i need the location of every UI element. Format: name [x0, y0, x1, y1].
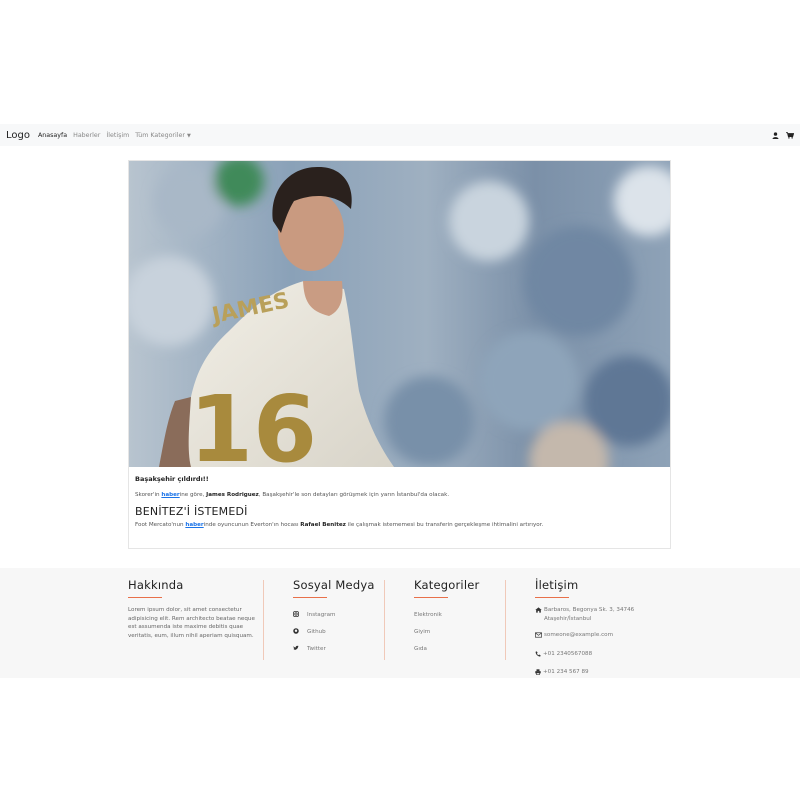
divider: [505, 580, 506, 660]
user-icon[interactable]: [772, 131, 779, 139]
footer-social-title: Sosyal Medya: [293, 578, 375, 592]
news-paragraph-2: Foot Mercato'nun haberinde oyuncunun Eve…: [135, 522, 544, 528]
divider: [263, 580, 264, 660]
social-link-instagram[interactable]: Instagram: [293, 606, 375, 623]
footer-contact-title: İletişim: [535, 578, 579, 592]
title-underline: [293, 597, 327, 598]
news-card: 16 JAMES Başakşehir çıldırdı!! Skorer'in…: [128, 160, 671, 549]
news-kicker: Başakşehir çıldırdı!!: [135, 475, 209, 483]
chevron-down-icon: ▼: [186, 132, 191, 139]
printer-icon: [535, 668, 543, 679]
category-link-food[interactable]: Gıda: [414, 640, 479, 657]
news-paragraph-1: Skorer'in haberine göre, James Rodriguez…: [135, 492, 450, 498]
github-icon: [293, 627, 307, 636]
footer-contact: İletişim Barbaros, Begonya Sk. 3, 34746 …: [535, 578, 655, 687]
news-image[interactable]: 16 JAMES: [129, 161, 670, 467]
footer-categories: Kategoriler Elektronik Giyim Gıda: [414, 578, 479, 657]
divider: [384, 580, 385, 660]
footer-about: Hakkında Lorem ipsum dolor, sit amet con…: [128, 578, 256, 640]
footer-social: Sosyal Medya Instagram Github Twitter: [293, 578, 375, 657]
title-underline: [414, 597, 448, 598]
footer-about-title: Hakkında: [128, 578, 184, 592]
footer: Hakkında Lorem ipsum dolor, sit amet con…: [0, 568, 800, 678]
news-link-1[interactable]: haber: [161, 492, 179, 498]
footer-categories-title: Kategoriler: [414, 578, 480, 592]
contact-email[interactable]: someone@example.com: [535, 631, 655, 642]
social-link-github[interactable]: Github: [293, 623, 375, 640]
nav-actions: [772, 131, 794, 139]
category-link-electronics[interactable]: Elektronik: [414, 606, 479, 623]
instagram-icon: [293, 610, 307, 619]
svg-text:16: 16: [189, 376, 317, 467]
title-underline: [535, 597, 569, 598]
contact-phone[interactable]: +01 2340567088: [535, 650, 655, 661]
nav-dropdown-label: Tüm Kategoriler: [135, 131, 185, 139]
envelope-icon: [535, 631, 544, 642]
social-link-twitter[interactable]: Twitter: [293, 640, 375, 657]
nav-link-news[interactable]: Haberler: [73, 132, 100, 139]
home-icon: [535, 606, 544, 617]
title-underline: [128, 597, 162, 598]
footer-about-text: Lorem ipsum dolor, sit amet consectetur …: [128, 607, 255, 639]
navbar: Logo Anasayfa Haberler İletişim Tüm Kate…: [0, 124, 800, 146]
nav-dropdown-categories[interactable]: Tüm Kategoriler ▼: [135, 132, 191, 139]
news-link-2[interactable]: haber: [185, 522, 203, 528]
news-heading: BENİTEZ'İ İSTEMEDİ: [135, 505, 248, 518]
news-body: Başakşehir çıldırdı!! Skorer'in haberine…: [135, 475, 665, 529]
twitter-icon: [293, 645, 307, 653]
nav-link-contact[interactable]: İletişim: [106, 132, 129, 139]
contact-fax: +01 234 567 89: [535, 668, 655, 679]
cart-icon[interactable]: [786, 131, 794, 139]
category-link-clothing[interactable]: Giyim: [414, 623, 479, 640]
phone-icon: [535, 650, 543, 661]
logo[interactable]: Logo: [6, 130, 30, 141]
nav-link-home[interactable]: Anasayfa: [38, 132, 67, 139]
contact-address: Barbaros, Begonya Sk. 3, 34746 Ataşehir/…: [535, 606, 655, 623]
